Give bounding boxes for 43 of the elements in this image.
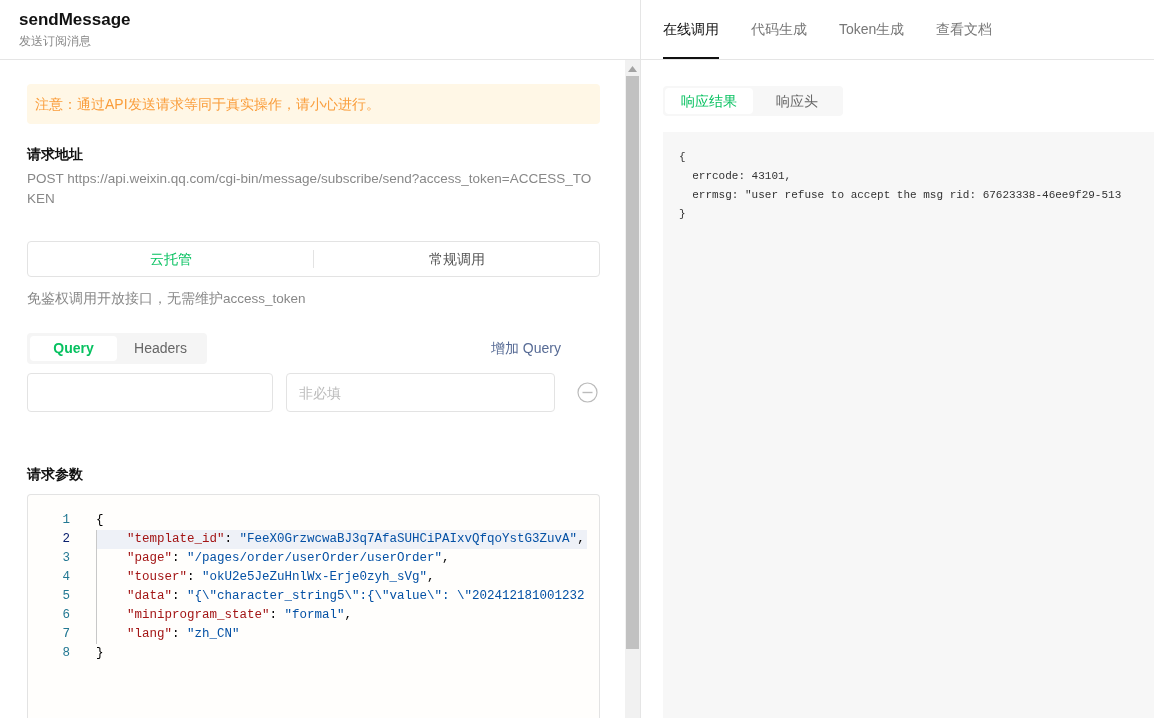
line-number: 2: [61, 531, 70, 549]
call-mode-note: 免鉴权调用开放接口，无需维护access_token: [27, 290, 306, 308]
value-input[interactable]: 非必填: [286, 373, 555, 413]
scroll-up-icon[interactable]: [628, 66, 637, 72]
warning-banner: 注意：通过API发送请求等同于真实操作，请小心进行。: [27, 84, 600, 124]
code-line: "lang": "zh_CN": [96, 625, 242, 645]
response-line: errcode: 43101,: [691, 169, 792, 184]
code-line: "miniprogram_state": "formal",: [96, 606, 355, 626]
code-line: "data": "{\"character_string5\":{\"value\": \"202412181001232: [96, 587, 587, 607]
section-label: 请求参数: [27, 465, 83, 485]
response-line: errmsg: "user refuse to accept the msg rid: 67623338-46ee9f29-513: [691, 188, 1122, 203]
line-number: 8: [61, 645, 70, 663]
add-query-link[interactable]: 增加 Query: [491, 338, 561, 360]
code-line: {: [96, 512, 105, 530]
scrollbar[interactable]: [625, 60, 640, 718]
response-tab[interactable]: 响应结果: [665, 88, 753, 114]
param-tab[interactable]: Headers: [117, 336, 204, 362]
code-line: "page": "/pages/order/userOrder/userOrder",: [96, 549, 452, 569]
call-mode-tab[interactable]: 云托管: [28, 242, 313, 276]
remove-icon[interactable]: [577, 382, 598, 404]
response-tab[interactable]: 响应头: [753, 88, 841, 114]
call-mode-tab[interactable]: 常规调用: [314, 242, 599, 276]
page-subtitle: 发送订阅消息: [19, 33, 91, 50]
response-line: {: [679, 150, 686, 165]
scrollbar-thumb[interactable]: [626, 76, 639, 649]
line-number: 4: [61, 569, 70, 587]
page-title: sendMessage: [19, 9, 131, 31]
line-number: 7: [61, 626, 70, 644]
main-tab[interactable]: 查看文档: [936, 0, 993, 59]
code-line: }: [96, 645, 105, 663]
line-number: 3: [61, 550, 70, 568]
line-number: 5: [61, 588, 70, 606]
response-line: }: [679, 207, 686, 222]
line-number: 1: [61, 512, 70, 530]
main-tab[interactable]: Token生成: [839, 0, 905, 59]
key-input[interactable]: [27, 373, 273, 413]
line-number: 6: [61, 607, 70, 625]
code-line: "touser": "okU2e5JeZuHnlWx-Erje0zyh_sVg",: [96, 568, 437, 588]
main-tab[interactable]: 代码生成: [751, 0, 807, 59]
section-label: 请求地址: [27, 145, 83, 164]
code-editor[interactable]: [27, 494, 600, 718]
request-url: POST https://api.weixin.qq.com/cgi-bin/message/subscribe/send?access_token=ACCESS_TOKEN: [27, 170, 593, 208]
main-tab[interactable]: 在线调用: [663, 0, 719, 59]
